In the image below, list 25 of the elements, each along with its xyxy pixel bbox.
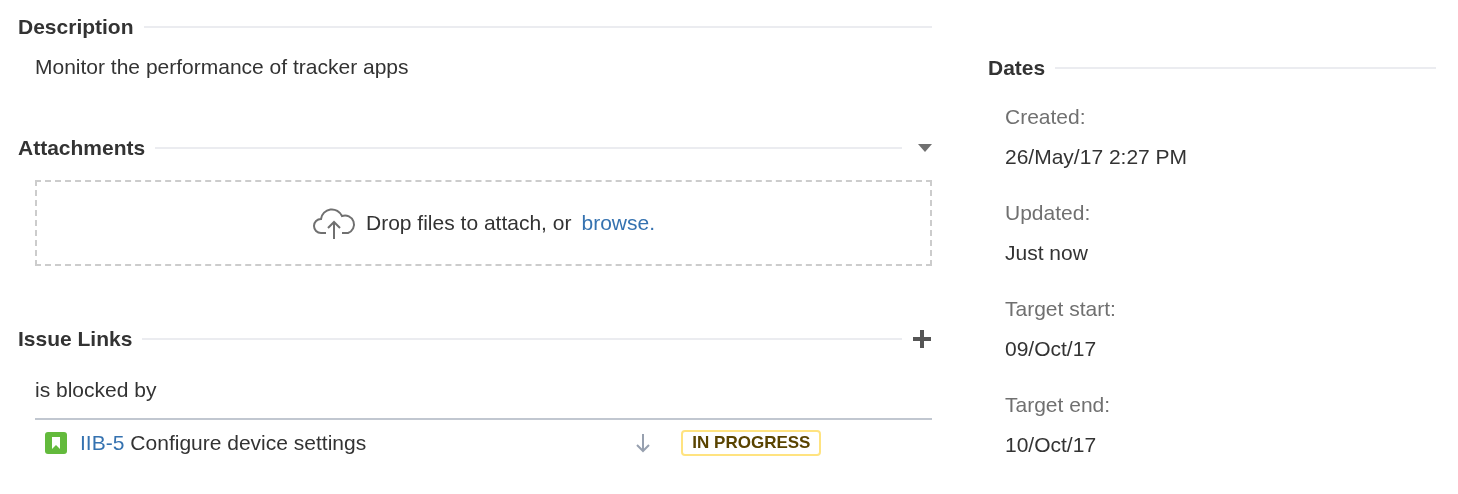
add-icon[interactable] <box>912 329 932 349</box>
bookmark-icon <box>45 432 67 454</box>
date-value: Just now <box>1005 241 1089 266</box>
cloud-upload-icon <box>312 206 356 240</box>
down-arrow-icon[interactable] <box>636 433 651 453</box>
dropdown-icon[interactable] <box>918 144 932 152</box>
date-value: 26/May/17 2:27 PM <box>1005 145 1189 170</box>
date-label: Target end: <box>1005 393 1112 418</box>
date-value: 09/Oct/17 <box>1005 337 1098 362</box>
drop-zone[interactable]: Drop files to attach, or browse. <box>35 180 932 266</box>
date-value: 10/Oct/17 <box>1005 433 1098 458</box>
section-heading: Issue Links <box>18 327 133 351</box>
issue-summary: Configure device settings <box>130 431 368 455</box>
section-heading: Dates <box>988 56 1046 80</box>
drop-instructions: Drop files to attach, or <box>366 211 572 235</box>
date-label: Target start: <box>1005 297 1117 322</box>
browse-link[interactable]: browse. <box>581 211 655 235</box>
section-heading: Description <box>18 15 134 39</box>
status-lozenge: IN PROGRESS <box>681 430 822 456</box>
date-label: Created: <box>1005 105 1087 130</box>
date-label: Updated: <box>1005 201 1092 226</box>
link-relation: is blocked by <box>34 377 158 403</box>
issue-key-link[interactable]: IIB-5 <box>80 431 125 455</box>
description-text: Monitor the performance of tracker apps <box>34 54 410 80</box>
section-heading: Attachments <box>18 136 146 160</box>
